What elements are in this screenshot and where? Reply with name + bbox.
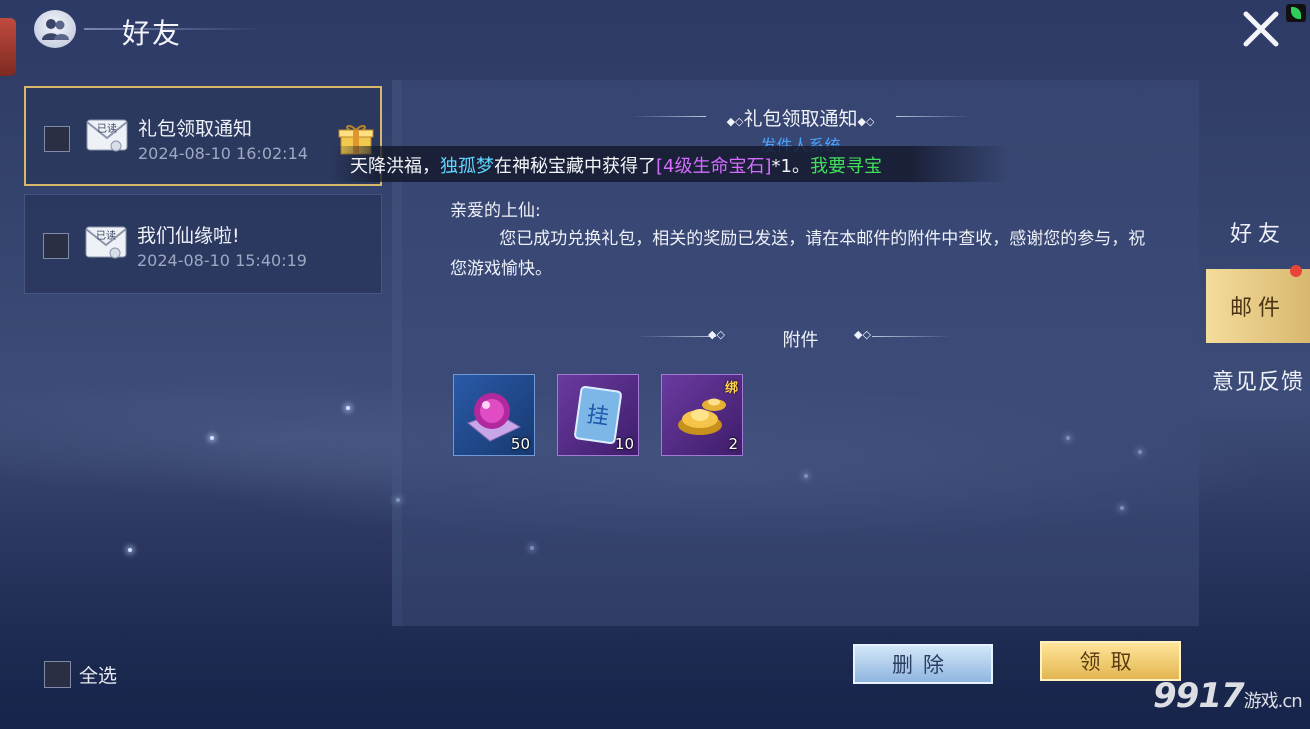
mail-title-heading: 礼包领取通知 bbox=[743, 108, 858, 130]
notification-dot bbox=[1290, 265, 1302, 277]
side-tabs: 好友 邮件 意见反馈 bbox=[1206, 195, 1310, 417]
mail-title: 我们仙缘啦! bbox=[137, 225, 240, 247]
item-count: 50 bbox=[510, 435, 530, 453]
side-badge bbox=[0, 18, 16, 76]
bound-badge: 绑 bbox=[724, 381, 738, 396]
tab-mail[interactable]: 邮件 bbox=[1206, 265, 1310, 343]
mail-checkbox[interactable] bbox=[44, 126, 70, 152]
sparkle bbox=[128, 548, 132, 552]
site-watermark: 9917游戏.cn bbox=[1153, 676, 1303, 716]
mail-item[interactable]: 已读 礼包领取通知 2024-08-10 16:02:14 bbox=[24, 86, 382, 186]
attachment-item[interactable]: 绑 2 bbox=[661, 374, 743, 456]
friends-icon bbox=[34, 10, 76, 48]
diamond-icon: ◆◇ bbox=[726, 115, 744, 128]
watermark-site: 游戏 bbox=[1243, 691, 1279, 712]
broadcast-prefix: 天降洪福， bbox=[350, 156, 440, 177]
attachment-item[interactable]: 50 bbox=[453, 374, 535, 456]
watermark-domain: .cn bbox=[1277, 691, 1303, 712]
broadcast-player[interactable]: 独孤梦 bbox=[440, 156, 494, 177]
read-mail-icon: 已读 bbox=[86, 119, 128, 152]
select-all-label: 全选 bbox=[79, 665, 118, 687]
world-broadcast: 天降洪福，独孤梦在神秘宝藏中获得了[4级生命宝石]*1。我要寻宝 bbox=[330, 146, 1010, 182]
mail-checkbox[interactable] bbox=[43, 233, 69, 259]
broadcast-suffix: *1。 bbox=[771, 156, 810, 177]
item-count: 10 bbox=[614, 435, 634, 453]
svg-text:已读: 已读 bbox=[97, 122, 117, 135]
mail-body: 您已成功兑换礼包，相关的奖励已发送，请在本邮件的附件中查收，感谢您的参与，祝您游… bbox=[450, 229, 1146, 279]
mail-greeting: 亲爱的上仙: bbox=[450, 201, 541, 221]
broadcast-item[interactable]: [4级生命宝石] bbox=[656, 156, 772, 177]
sparkle bbox=[346, 406, 350, 410]
leaf-icon bbox=[1286, 4, 1306, 22]
mail-date: 2024-08-10 15:40:19 bbox=[137, 251, 307, 270]
tab-feedback[interactable]: 意见反馈 bbox=[1206, 343, 1310, 417]
treasure-hunt-link[interactable]: 我要寻宝 bbox=[810, 156, 882, 177]
claim-button[interactable]: 领取 bbox=[1040, 641, 1181, 681]
close-button[interactable] bbox=[1238, 6, 1284, 52]
attachment-item[interactable]: 挂 10 bbox=[557, 374, 639, 456]
tab-mail-label: 邮件 bbox=[1229, 296, 1286, 321]
sparkle bbox=[210, 436, 214, 440]
item-count: 2 bbox=[728, 435, 738, 453]
close-icon bbox=[1243, 11, 1279, 47]
delete-button[interactable]: 删除 bbox=[853, 644, 993, 684]
select-all-checkbox[interactable]: 全选 bbox=[44, 661, 117, 688]
mail-list: 已读 礼包领取通知 2024-08-10 16:02:14 已读 我们仙缘啦! … bbox=[24, 86, 384, 302]
mail-date: 2024-08-10 16:02:14 bbox=[138, 144, 308, 163]
svg-text:挂: 挂 bbox=[585, 403, 610, 431]
attachment-list: 50 挂 10 绑 2 bbox=[453, 374, 743, 456]
page-title: 好友 bbox=[122, 17, 183, 50]
select-all-box[interactable] bbox=[44, 661, 71, 688]
svg-text:已读: 已读 bbox=[96, 229, 116, 242]
watermark-number: 9917 bbox=[1153, 676, 1245, 716]
tab-friends[interactable]: 好友 bbox=[1206, 195, 1310, 269]
read-mail-icon: 已读 bbox=[85, 226, 127, 259]
broadcast-middle: 在神秘宝藏中获得了 bbox=[494, 156, 656, 177]
attachment-title: 附件 bbox=[782, 330, 819, 351]
mail-title: 礼包领取通知 bbox=[138, 118, 253, 140]
diamond-icon: ◆◇ bbox=[857, 115, 875, 128]
mail-item[interactable]: 已读 我们仙缘啦! 2024-08-10 15:40:19 bbox=[24, 194, 382, 294]
header: 好友 bbox=[0, 0, 1310, 76]
